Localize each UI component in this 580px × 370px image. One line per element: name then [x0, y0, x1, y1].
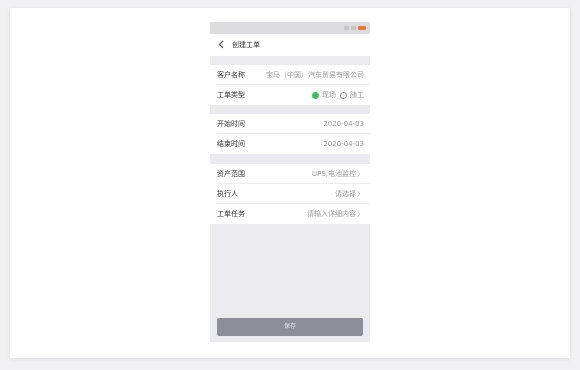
back-icon[interactable] — [218, 40, 224, 49]
page-title: 创建工单 — [232, 41, 260, 49]
radio-checked-icon — [312, 91, 319, 99]
radio-label-onsite: 现场 — [322, 91, 336, 99]
wifi-icon — [351, 26, 356, 30]
type-label: 工单类型 — [217, 91, 245, 99]
type-row: 工单类型 现场 随工 — [210, 85, 370, 105]
radio-option-accompany[interactable]: 随工 — [340, 85, 364, 105]
executor-value: 请选择 — [335, 190, 356, 198]
chevron-right-icon: 〉 — [357, 170, 364, 178]
chevron-right-icon: 〉 — [357, 190, 364, 198]
start-time-value: 2020-04-03 — [323, 120, 364, 128]
customer-label: 客户名称 — [217, 71, 245, 79]
section-gap — [210, 56, 370, 65]
start-time-label: 开始时间 — [217, 120, 245, 128]
battery-icon — [358, 26, 366, 30]
executor-value-wrap: 请选择〉 — [335, 184, 364, 204]
radio-option-onsite[interactable]: 现场 — [312, 85, 336, 105]
save-button[interactable]: 保存 — [217, 318, 363, 336]
status-bar — [210, 22, 370, 34]
task-value-wrap: 请输入详细内容〉 — [307, 204, 364, 224]
executor-row[interactable]: 执行人 请选择〉 — [210, 184, 370, 204]
nav-bar: 创建工单 — [210, 34, 370, 56]
customer-row[interactable]: 客户名称 宝马（中国）汽车贸易有限公司 — [210, 65, 370, 85]
assets-value: UPS,电池监控 — [311, 170, 356, 178]
task-label: 工单任务 — [217, 210, 245, 218]
assets-row[interactable]: 资产范围 UPS,电池监控〉 — [210, 164, 370, 184]
type-radio-group: 现场 随工 — [312, 85, 364, 105]
section-gap — [210, 154, 370, 164]
customer-value: 宝马（中国）汽车贸易有限公司 — [266, 71, 364, 79]
end-time-value: 2020-04-03 — [323, 140, 364, 148]
section-gap — [210, 105, 370, 114]
executor-label: 执行人 — [217, 190, 238, 198]
end-time-row[interactable]: 结束时间 2020-04-03 — [210, 134, 370, 154]
assets-label: 资产范围 — [217, 170, 245, 178]
end-time-label: 结束时间 — [217, 140, 245, 148]
radio-label-accompany: 随工 — [350, 91, 364, 99]
status-icons — [344, 25, 366, 31]
signal-icon — [344, 26, 349, 30]
task-row[interactable]: 工单任务 请输入详细内容〉 — [210, 204, 370, 224]
phone-screen: 创建工单 客户名称 宝马（中国）汽车贸易有限公司 工单类型 现场 随工 开始时间… — [210, 22, 370, 342]
assets-value-wrap: UPS,电池监控〉 — [312, 164, 364, 184]
start-time-row[interactable]: 开始时间 2020-04-03 — [210, 114, 370, 134]
task-value: 请输入详细内容 — [307, 210, 356, 218]
radio-unchecked-icon — [340, 91, 347, 99]
chevron-right-icon: 〉 — [357, 210, 364, 218]
